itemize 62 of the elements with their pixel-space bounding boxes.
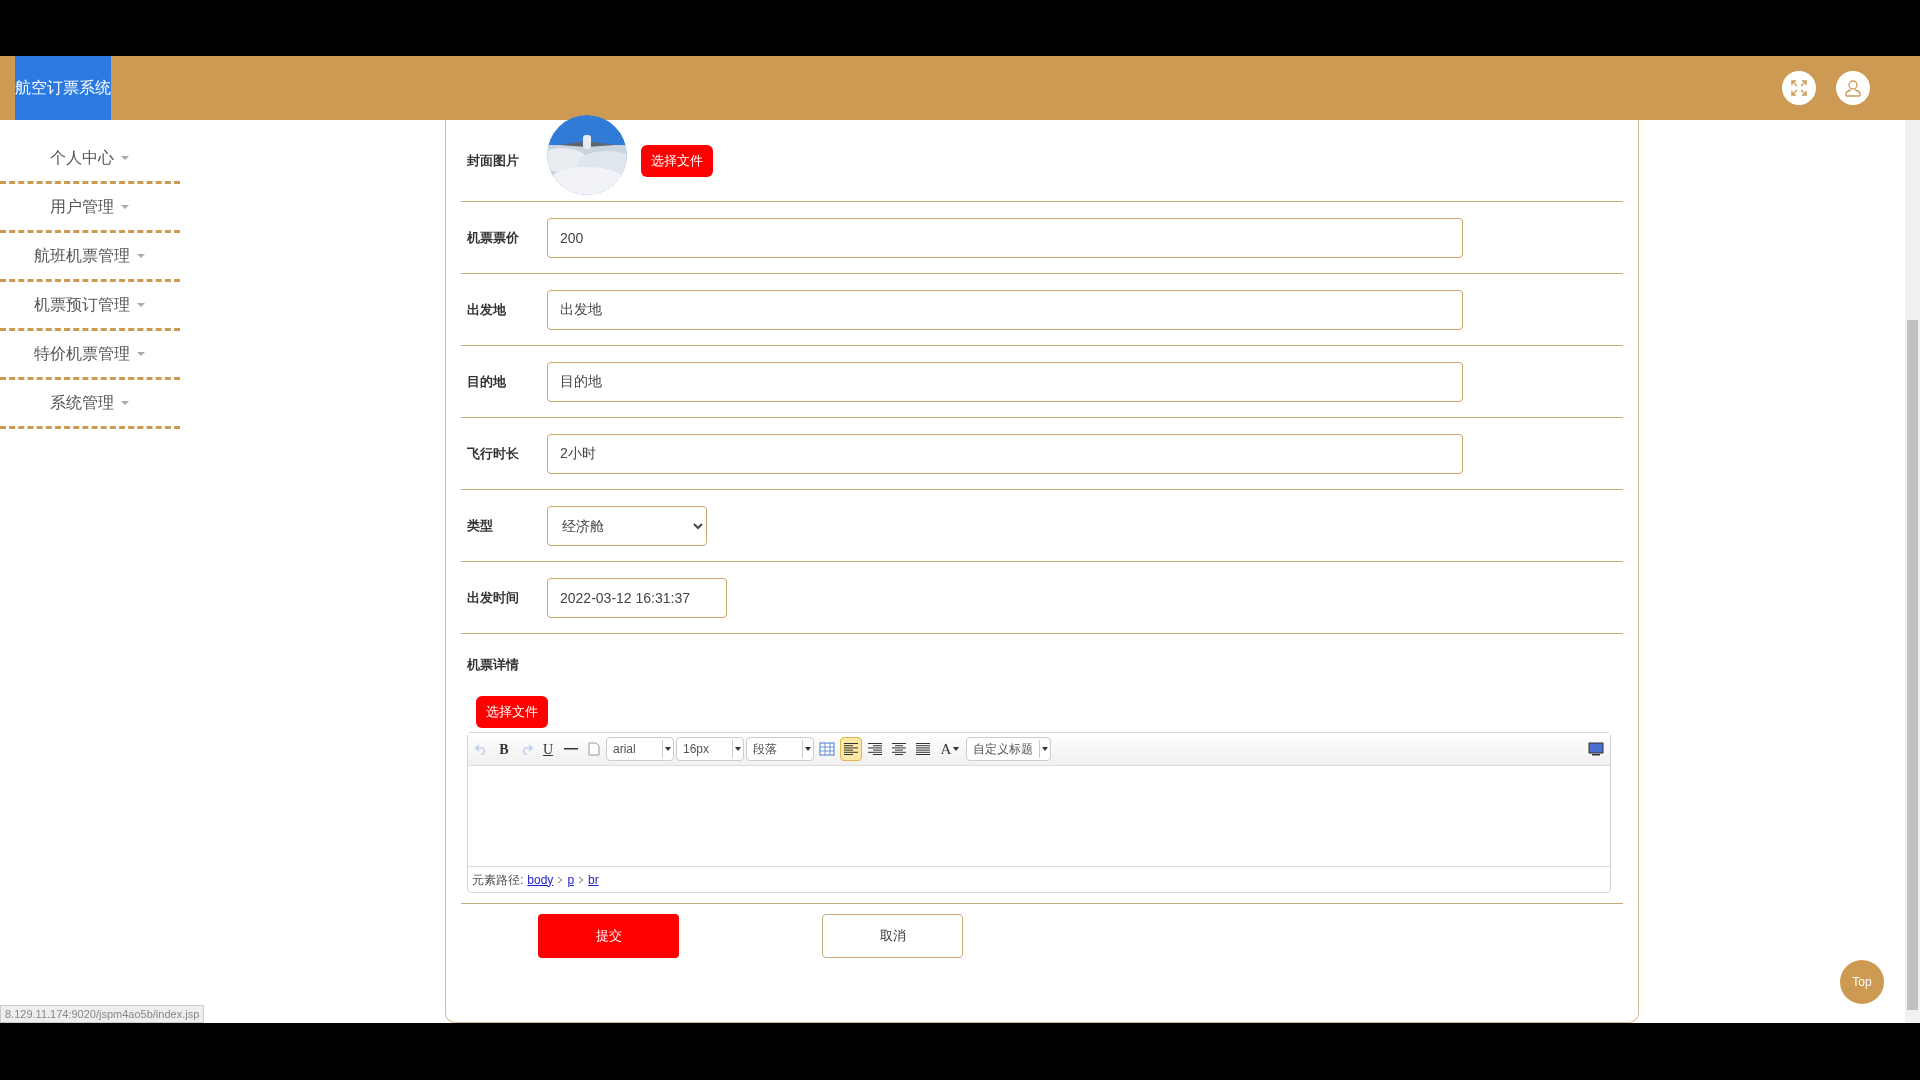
date-field[interactable]: 2022-03-12 16:31:37 [547,577,727,618]
field-label: 出发时间 [466,588,520,607]
user-icon [1844,79,1862,97]
cancel-button[interactable]: 取消 [822,914,963,958]
field-label: 机票详情 [465,656,519,675]
caret-icon [136,302,146,308]
sidebar-menu-item[interactable]: 航班机票管理 [0,233,180,282]
dropdown-select[interactable]: 16px [676,737,744,761]
text-field[interactable]: 200 [547,217,1463,258]
sidebar-menu-item[interactable]: 机票预订管理 [0,282,180,331]
align-icon [843,742,859,756]
caret-icon [803,747,813,751]
choose-file-button[interactable]: 选择文件 [476,696,548,728]
chevron-icon [557,875,564,884]
sidebar-menu-item[interactable]: 系统管理 [0,380,180,429]
bold-button[interactable]: B [494,737,514,761]
field-label: 出发地 [466,300,507,319]
field-label: 机票票价 [465,228,520,247]
monitor-icon [1588,742,1604,756]
font-color-button[interactable]: A [936,737,964,761]
text-field[interactable]: 目的地 [547,361,1463,402]
caret-icon [136,253,146,259]
table-icon [819,742,835,756]
element-path-label: 元素路径: [472,871,524,889]
align-icon [867,742,883,756]
sidebar-menu-item[interactable]: 特价机票管理 [0,331,180,380]
caret-icon [733,747,743,751]
text-field[interactable]: 2小时 [547,433,1463,474]
caret-icon [1040,747,1050,751]
dropdown-select[interactable]: arial [606,737,674,761]
element-path-link[interactable]: br [588,870,599,889]
page-icon [588,742,600,756]
caret-icon [120,155,130,161]
status-url: 8.129.11.174:9020/jspm4ao5b/index.jsp [0,1004,205,1023]
text-field[interactable]: 出发地 [547,289,1463,330]
line-icon [564,748,578,750]
caret-icon [120,400,130,406]
type-select[interactable]: 经济舱 [547,505,707,546]
field-label: 目的地 [466,372,507,391]
dropdown-select[interactable]: 自定义标题 [966,737,1051,761]
element-path-link[interactable]: body [527,870,554,889]
fullscreen-icon [1791,80,1807,96]
align-icon [915,742,931,756]
choose-file-button[interactable]: 选择文件 [641,144,713,177]
dropdown-select[interactable]: 段落 [746,737,814,761]
fullscreen-editor-button[interactable] [1588,741,1606,757]
sidebar-menu-item[interactable]: 用户管理 [0,184,180,233]
underline-button[interactable]: U [538,737,558,761]
align-left-button[interactable] [840,737,862,761]
field-label: 封面图片 [466,151,520,170]
caret-icon [663,747,673,751]
caret-icon [120,204,130,210]
field-label: 类型 [466,516,494,535]
align-icon [891,742,907,756]
logo-title[interactable]: 航空订票系统 [15,56,111,120]
submit-button[interactable]: 提交 [538,914,679,958]
sidebar-menu-item[interactable]: 个人中心 [0,135,180,184]
field-label: 飞行时长 [466,444,520,463]
element-path-link[interactable]: p [567,870,575,889]
caret-icon [136,351,146,357]
chevron-icon [578,875,585,884]
caret-icon [953,747,960,751]
